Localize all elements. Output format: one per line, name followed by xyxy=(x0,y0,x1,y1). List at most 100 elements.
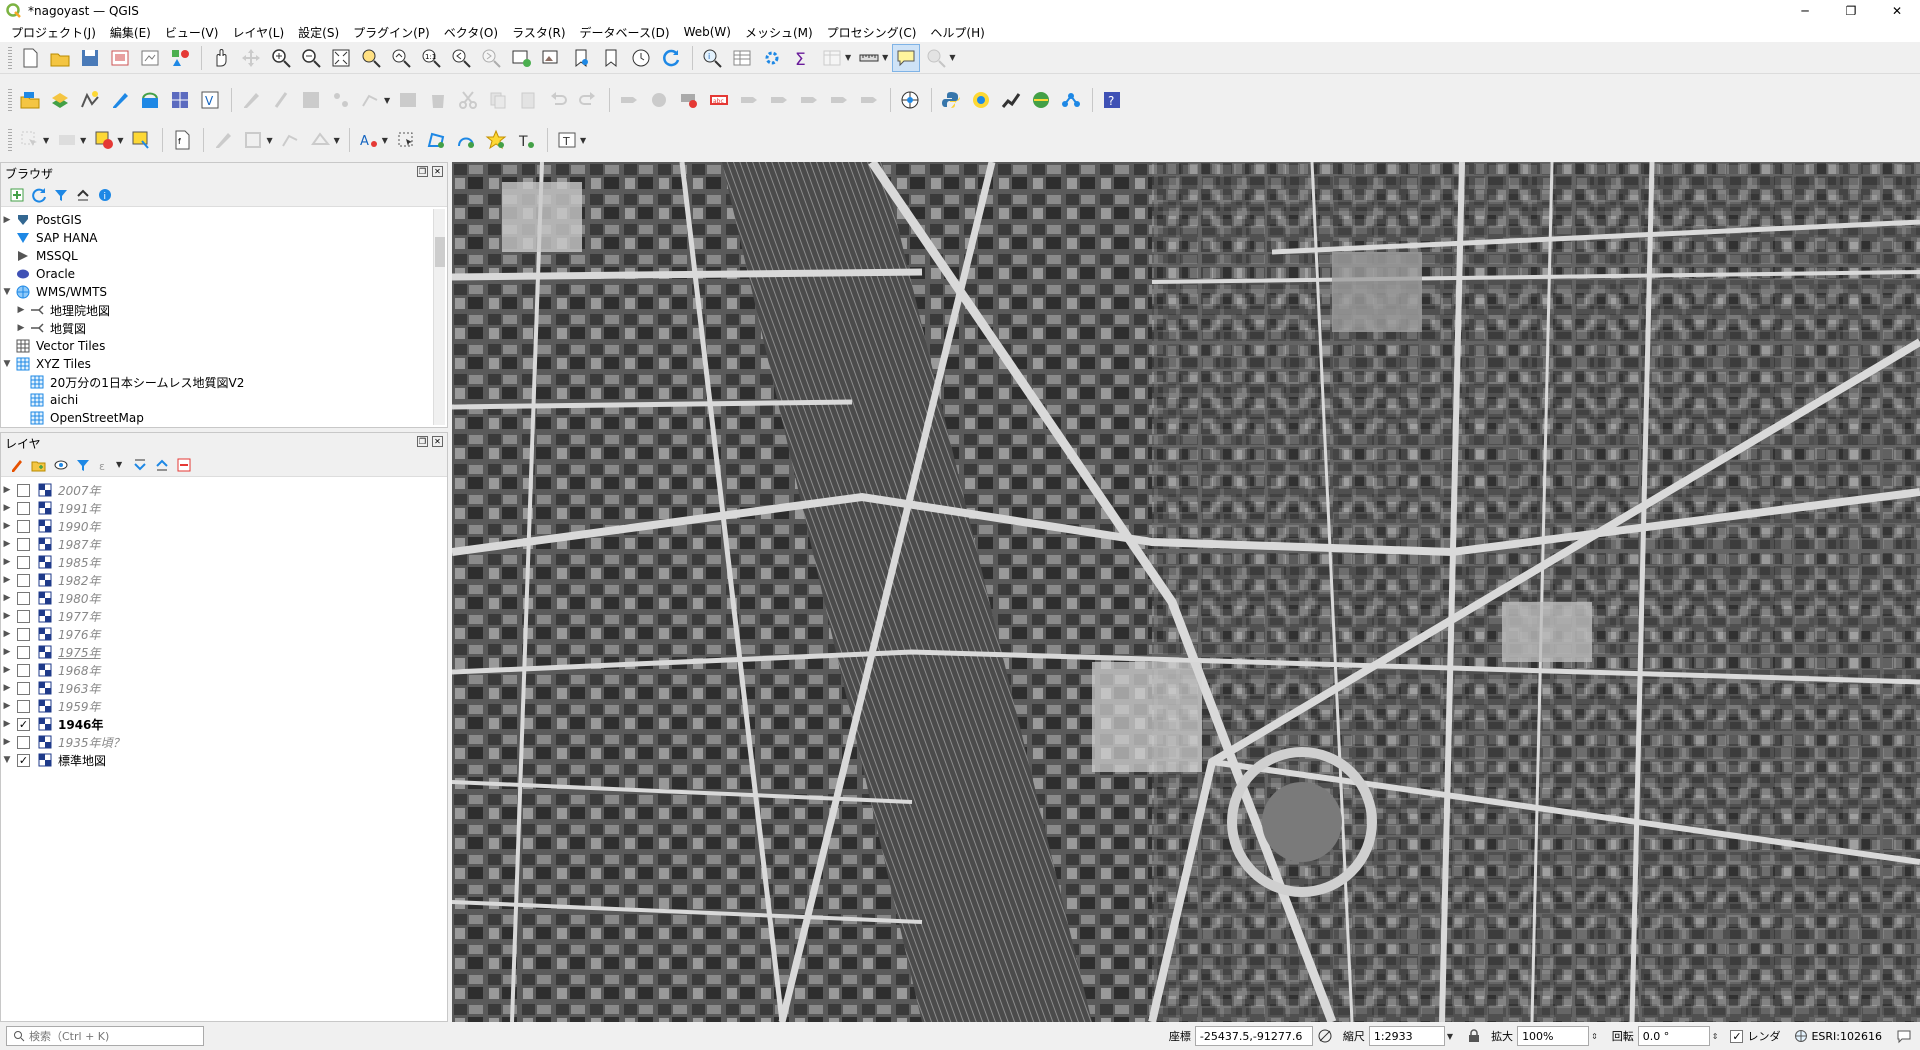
digitize-icon[interactable] xyxy=(106,86,134,114)
browser-item-seamless-geology[interactable]: 20万分の1日本シームレス地質図V2 xyxy=(1,373,447,391)
expand-arrow-icon[interactable]: ▶ xyxy=(15,305,27,315)
layer-row[interactable]: ▶ 1991年 xyxy=(1,499,447,517)
layer-row[interactable]: ▶ 1935年頃？ xyxy=(1,733,447,751)
scrollbar-thumb[interactable] xyxy=(435,237,445,267)
menu-help[interactable]: ヘルプ(H) xyxy=(923,24,991,41)
crs-label[interactable]: ESRI:102616 xyxy=(1811,1030,1882,1043)
browser-item-geology-map[interactable]: ▶ 地質図 xyxy=(1,319,447,337)
collapse-all-icon[interactable] xyxy=(154,457,170,473)
toggle-editing-icon[interactable] xyxy=(267,86,295,114)
menu-project[interactable]: プロジェクト(J) xyxy=(4,24,103,41)
float-panel-icon[interactable]: ❐ xyxy=(417,436,428,447)
chevron-down-icon[interactable]: ▼ xyxy=(1447,1032,1453,1041)
open-layer-styling-icon[interactable] xyxy=(9,457,25,473)
expand-arrow-icon[interactable]: ▶ xyxy=(1,539,13,549)
layer-visibility-checkbox[interactable] xyxy=(17,681,30,695)
layer-row[interactable]: ▶ 1985年 xyxy=(1,553,447,571)
layer-visibility-checkbox[interactable]: ✓ xyxy=(17,753,30,767)
layer-row[interactable]: ▶ 2007年 xyxy=(1,481,447,499)
float-panel-icon[interactable]: ❐ xyxy=(417,166,428,177)
reshape-icon[interactable] xyxy=(277,126,305,154)
menu-vector[interactable]: ベクタ(O) xyxy=(437,24,505,41)
menu-layer[interactable]: レイヤ(L) xyxy=(225,24,291,41)
layer-row[interactable]: ▶ 1976年 xyxy=(1,625,447,643)
new-bookmark-icon[interactable] xyxy=(567,44,595,72)
browser-item-sap-hana[interactable]: SAP HANA xyxy=(1,229,447,247)
expand-arrow-icon[interactable]: ▶ xyxy=(1,557,13,567)
pan-map-icon[interactable] xyxy=(207,44,235,72)
chevron-down-icon[interactable]: ▼ xyxy=(116,460,122,469)
network-plugin-icon[interactable] xyxy=(1057,86,1085,114)
layer-visibility-checkbox[interactable] xyxy=(17,573,30,587)
spinner-arrows-icon[interactable]: ⇕ xyxy=(1591,1032,1598,1041)
collapse-all-icon[interactable] xyxy=(75,187,91,203)
cut-features-icon[interactable] xyxy=(454,86,482,114)
menu-plugins[interactable]: プラグイン(P) xyxy=(346,24,437,41)
expand-arrow-icon[interactable]: ▶ xyxy=(15,323,27,333)
layer-visibility-checkbox[interactable] xyxy=(17,591,30,605)
geo-plugin-icon[interactable] xyxy=(967,86,995,114)
expand-arrow-icon[interactable]: ▶ xyxy=(1,737,13,747)
add-layer-icon[interactable] xyxy=(9,187,25,203)
chevron-down-icon[interactable]: ▼ xyxy=(382,136,388,145)
properties-icon[interactable]: i xyxy=(97,187,113,203)
locator-search-input[interactable]: 検索（Ctrl + K) xyxy=(6,1026,204,1046)
open-field-calculator-icon[interactable]: f xyxy=(168,126,196,154)
new-print-layout-icon[interactable] xyxy=(106,44,134,72)
layer-row[interactable]: ▶ 1977年 xyxy=(1,607,447,625)
select-location-icon[interactable] xyxy=(127,126,155,154)
expand-arrow-icon[interactable]: ▶ xyxy=(1,593,13,603)
filter-legend-icon[interactable] xyxy=(75,457,91,473)
add-point-icon[interactable] xyxy=(327,86,355,114)
filter-icon[interactable] xyxy=(53,187,69,203)
expand-arrow-icon[interactable]: ▶ xyxy=(1,629,13,639)
expand-arrow-icon[interactable]: ▶ xyxy=(1,719,13,729)
data-source-manager-icon[interactable] xyxy=(16,86,44,114)
spinner-arrows-icon[interactable]: ⇕ xyxy=(1712,1032,1719,1041)
close-panel-icon[interactable]: ✕ xyxy=(432,436,443,447)
browser-item-vector-tiles[interactable]: Vector Tiles xyxy=(1,337,447,355)
create-line-annotation-icon[interactable] xyxy=(452,126,480,154)
python-console-icon[interactable] xyxy=(937,86,965,114)
collapse-arrow-icon[interactable]: ▼ xyxy=(1,287,13,297)
scale-field[interactable]: 1:2933 xyxy=(1368,1026,1445,1046)
layer-row[interactable]: ▶ 1982年 xyxy=(1,571,447,589)
map-canvas[interactable] xyxy=(452,162,1920,1022)
zoom-next-icon[interactable] xyxy=(477,44,505,72)
expand-arrow-icon[interactable]: ▶ xyxy=(1,485,13,495)
coordinate-field[interactable]: -25437.5,-91277.6 xyxy=(1194,1026,1313,1046)
menu-database[interactable]: データベース(D) xyxy=(573,24,677,41)
new-3d-map-view-icon[interactable] xyxy=(537,44,565,72)
add-virtual-layer-icon[interactable]: V xyxy=(196,86,224,114)
lock-icon[interactable] xyxy=(1467,1029,1481,1043)
modify-attributes-icon[interactable] xyxy=(394,86,422,114)
layer-row[interactable]: ▶ 1968年 xyxy=(1,661,447,679)
select-features-icon[interactable] xyxy=(16,126,44,154)
browser-item-postgis[interactable]: ▶ PostGIS xyxy=(1,211,447,229)
open-attribute-table-icon[interactable] xyxy=(728,44,756,72)
new-project-icon[interactable] xyxy=(16,44,44,72)
expand-arrow-icon[interactable]: ▶ xyxy=(1,503,13,513)
browser-item-openstreetmap[interactable]: OpenStreetMap xyxy=(1,409,447,427)
toolbar-grip[interactable] xyxy=(8,89,12,111)
layer-visibility-checkbox[interactable] xyxy=(17,501,30,515)
layer-row[interactable]: ▶ 1987年 xyxy=(1,535,447,553)
close-button[interactable]: ✕ xyxy=(1874,0,1920,22)
expand-arrow-icon[interactable]: ▶ xyxy=(1,647,13,657)
layer-visibility-checkbox[interactable] xyxy=(17,483,30,497)
help-icon[interactable]: ? xyxy=(1098,86,1126,114)
chevron-down-icon[interactable]: ▼ xyxy=(882,53,888,62)
zoom-in-icon[interactable] xyxy=(267,44,295,72)
browser-item-aichi[interactable]: aichi xyxy=(1,391,447,409)
gps-icon[interactable] xyxy=(896,86,924,114)
undo-icon[interactable] xyxy=(544,86,572,114)
collapse-arrow-icon[interactable]: ▼ xyxy=(1,755,13,765)
browser-scrollbar[interactable] xyxy=(433,209,445,425)
deselect-all-icon[interactable] xyxy=(90,126,118,154)
create-text-annotation-icon[interactable]: T xyxy=(512,126,540,154)
style-manager-icon[interactable] xyxy=(166,44,194,72)
layout-manager-icon[interactable] xyxy=(136,44,164,72)
expand-arrow-icon[interactable]: ▶ xyxy=(1,215,13,225)
statistical-summary-icon[interactable]: Σ xyxy=(788,44,816,72)
diagram-tool-icon[interactable] xyxy=(645,86,673,114)
